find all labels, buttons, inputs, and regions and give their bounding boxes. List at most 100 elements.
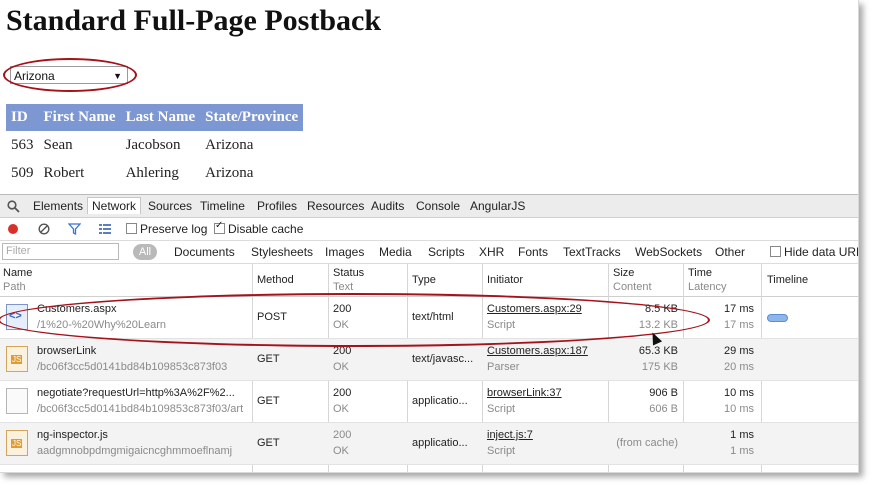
request-initiator-link[interactable]: Customers.aspx:29 [487,303,582,315]
tab-audits[interactable]: Audits [371,199,404,213]
request-type: applicatio... [412,437,468,449]
request-type: text/javasc... [412,353,474,365]
request-row[interactable]: ng-inspector.js aadgmnobpdmgmigaicncghmm… [0,423,858,465]
state-select[interactable]: Arizona ▼ [10,66,128,84]
filter-texttracks[interactable]: TextTracks [563,245,621,259]
request-row[interactable]: browserLink /bc06f3cc5d0141bd84b109853c8… [0,339,858,381]
preserve-log-label: Preserve log [140,222,208,236]
cell-state: Arizona [205,164,254,181]
request-status-text: OK [333,361,349,373]
request-name: ng-inspector.js [37,429,108,441]
filter-scripts[interactable]: Scripts [428,245,465,259]
cell-last-name: Ahlering [125,164,179,181]
col-id-header: ID [6,104,39,131]
filter-stylesheets[interactable]: Stylesheets [251,245,313,259]
hide-data-urls-checkbox[interactable] [770,246,781,257]
request-size: 906 B [649,387,678,399]
disable-cache-label: Disable cache [228,222,304,236]
html-file-icon [6,304,28,330]
filter-documents[interactable]: Documents [174,245,235,259]
devtools-panel: Elements Network Sources Timeline Profil… [0,194,858,472]
col-size-header[interactable]: Size [613,267,634,279]
cell-state: Arizona [205,136,254,153]
request-time: 1 ms [730,429,754,441]
tab-resources[interactable]: Resources [307,199,364,213]
filter-xhr[interactable]: XHR [479,245,504,259]
request-name: negotiate?requestUrl=http%3A%2F%2... [37,387,235,399]
request-status: 200 [333,303,352,315]
tab-timeline[interactable]: Timeline [200,199,245,213]
filter-websockets[interactable]: WebSockets [635,245,702,259]
tab-sources[interactable]: Sources [148,199,192,213]
request-initiator-kind: Script [487,445,516,457]
browser-viewport: Standard Full-Page Postback Arizona ▼ ID… [0,0,859,473]
col-method-header[interactable]: Method [257,274,294,286]
timeline-bar [767,314,788,322]
request-latency: 20 ms [724,361,754,373]
col-initiator-header[interactable]: Initiator [487,274,523,286]
request-initiator-kind: Script [487,403,516,415]
tab-console[interactable]: Console [416,199,460,213]
tab-angularjs[interactable]: AngularJS [470,199,525,213]
col-path-subheader: Path [3,281,26,293]
request-name: Customers.aspx [37,303,117,315]
tab-profiles[interactable]: Profiles [257,199,297,213]
request-path: /bc06f3cc5d0141bd84b109853c873f03/art [37,403,244,415]
filter-images[interactable]: Images [325,245,364,259]
request-status-text: OK [333,403,349,415]
state-select-value: Arizona [14,69,55,83]
request-path: /bc06f3cc5d0141bd84b109853c873f03 [37,361,228,373]
preserve-log-checkbox[interactable] [126,223,137,234]
filter-all-button[interactable]: All [133,244,157,260]
customers-table-header: ID First Name Last Name State/Province [6,104,304,131]
request-initiator-link[interactable]: inject.js:7 [487,429,533,441]
dropdown-arrow-icon: ▼ [113,71,122,81]
cell-id: 509 [11,164,34,181]
search-icon[interactable] [7,200,20,213]
grid-header: Name Path Method Status Text Type Initia… [0,264,858,297]
request-path: /1%20-%20Why%20Learn [37,319,167,331]
table-row: 509 Robert Ahlering Arizona [6,159,303,187]
col-latency-header: Latency [688,281,727,293]
col-name-header[interactable]: Name [3,267,32,279]
filter-media[interactable]: Media [379,245,412,259]
request-type: applicatio... [412,395,468,407]
record-icon[interactable] [7,223,19,235]
request-row[interactable]: Customers.aspx /1%20-%20Why%20Learn POST… [0,297,858,339]
request-status: 200 [333,429,352,441]
request-initiator-link[interactable]: Customers.aspx:187 [487,345,588,357]
clear-icon[interactable] [38,223,50,235]
js-file-icon [6,346,28,372]
page-title: Standard Full-Page Postback [6,4,382,37]
tab-elements[interactable]: Elements [33,199,83,213]
request-time: 10 ms [724,387,754,399]
col-time-header[interactable]: Time [688,267,712,279]
col-type-header[interactable]: Type [412,274,436,286]
request-status: 200 [333,345,352,357]
request-status-text: OK [333,319,349,331]
request-row[interactable]: negotiate?requestUrl=http%3A%2F%2... /bc… [0,381,858,423]
request-initiator-link[interactable]: browserLink:37 [487,387,562,399]
list-view-icon[interactable] [98,223,112,235]
tab-network[interactable]: Network [87,197,142,214]
devtools-tabbar: Elements Network Sources Timeline Profil… [0,195,858,218]
filter-input[interactable]: Filter [2,243,119,260]
request-status-text: OK [333,445,349,457]
table-row: 563 Sean Jacobson Arizona [6,131,303,159]
col-last-name-header: Last Name [120,104,201,131]
request-path: aadgmnobpdmgmigaicncghmmoeflnamj [37,445,233,457]
disable-cache-checkbox[interactable] [214,220,225,234]
col-status-header[interactable]: Status [333,267,364,279]
filter-other[interactable]: Other [715,245,745,259]
cell-first-name: Sean [43,136,73,153]
blank-file-icon [6,388,28,414]
col-timeline-header[interactable]: Timeline [767,274,808,286]
request-name: browserLink [37,345,97,357]
request-content-size: 606 B [649,403,678,415]
request-content-size: (from cache) [616,437,678,449]
request-method: POST [257,311,287,323]
filter-icon[interactable] [68,223,81,235]
network-filterbar: Filter All Documents Stylesheets Images … [0,241,858,264]
hide-data-urls-label: Hide data URL [784,245,859,259]
filter-fonts[interactable]: Fonts [518,245,548,259]
